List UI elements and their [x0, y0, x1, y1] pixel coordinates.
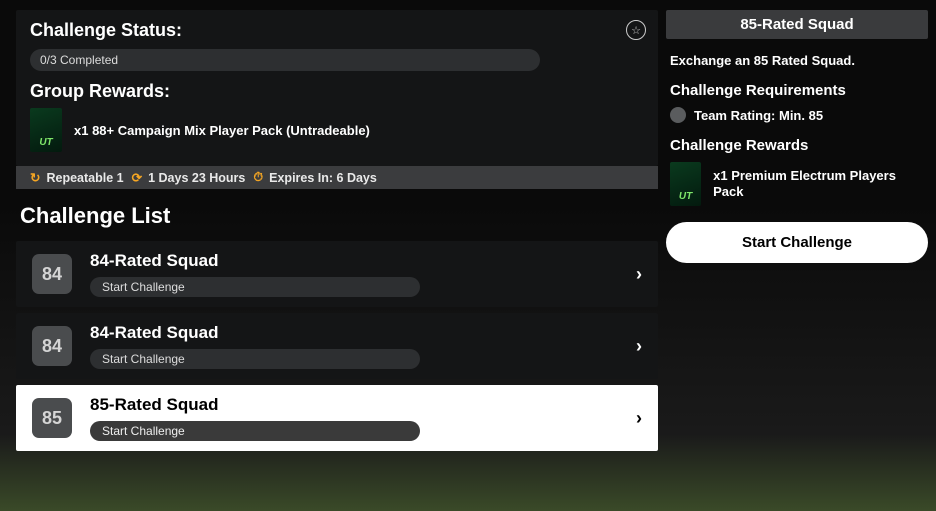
expires-label: Expires In: 6 Days	[269, 171, 377, 185]
challenge-list-header: Challenge List	[20, 203, 658, 229]
clock-icon: ⏱	[253, 170, 263, 185]
challenge-status-title: Challenge Status:	[30, 20, 644, 41]
requirement-text: Team Rating: Min. 85	[694, 108, 823, 123]
start-pill[interactable]: Start Challenge	[90, 349, 420, 369]
pack-icon: UT	[30, 108, 62, 152]
requirements-title: Challenge Requirements	[670, 82, 924, 99]
favorite-toggle[interactable]: ☆	[626, 20, 646, 40]
chevron-right-icon: ›	[636, 264, 642, 285]
refresh-label: 1 Days 23 Hours	[148, 171, 245, 185]
rating-badge: 85	[32, 398, 72, 438]
requirement-row: Team Rating: Min. 85	[670, 107, 924, 123]
chevron-right-icon: ›	[636, 336, 642, 357]
requirement-status-dot	[670, 107, 686, 123]
challenge-name: 85-Rated Squad	[90, 395, 618, 415]
start-pill[interactable]: Start Challenge	[90, 277, 420, 297]
chevron-right-icon: ›	[636, 408, 642, 429]
left-column: ☆ Challenge Status: 0/3 Completed Group …	[16, 10, 658, 511]
repeatable-label: Repeatable 1	[46, 171, 123, 185]
detail-title: 85-Rated Squad	[666, 10, 928, 39]
detail-reward-row: UT x1 Premium Electrum Players Pack	[670, 162, 924, 206]
status-progress-text: 0/3 Completed	[40, 53, 118, 67]
pack-icon: UT	[670, 162, 701, 206]
challenge-name: 84-Rated Squad	[90, 323, 618, 343]
group-rewards-title: Group Rewards:	[30, 81, 644, 102]
start-challenge-button[interactable]: Start Challenge	[666, 222, 928, 263]
repeat-icon: ↻	[30, 170, 40, 185]
detail-reward-text: x1 Premium Electrum Players Pack	[713, 168, 924, 201]
challenge-item-selected[interactable]: 85 85-Rated Squad Start Challenge ›	[16, 385, 658, 451]
detail-panel: 85-Rated Squad Exchange an 85 Rated Squa…	[666, 10, 928, 511]
challenge-item[interactable]: 84 84-Rated Squad Start Challenge ›	[16, 313, 658, 379]
status-progress-bar: 0/3 Completed	[30, 49, 540, 71]
challenge-list: 84 84-Rated Squad Start Challenge › 84 8…	[16, 241, 658, 451]
rating-badge: 84	[32, 254, 72, 294]
star-icon: ☆	[631, 24, 641, 37]
detail-description: Exchange an 85 Rated Squad.	[670, 53, 924, 68]
start-pill[interactable]: Start Challenge	[90, 421, 420, 441]
group-reward-text: x1 88+ Campaign Mix Player Pack (Untrade…	[74, 123, 370, 138]
pack-tag: UT	[679, 191, 692, 202]
pack-tag: UT	[39, 137, 52, 148]
group-reward-row: UT x1 88+ Campaign Mix Player Pack (Untr…	[30, 108, 644, 152]
challenge-item[interactable]: 84 84-Rated Squad Start Challenge ›	[16, 241, 658, 307]
challenge-status-panel: ☆ Challenge Status: 0/3 Completed Group …	[16, 10, 658, 166]
detail-rewards-title: Challenge Rewards	[670, 137, 924, 154]
challenge-name: 84-Rated Squad	[90, 251, 618, 271]
timer-icon: ⟳	[132, 170, 142, 185]
meta-row: ↻ Repeatable 1 ⟳ 1 Days 23 Hours ⏱ Expir…	[16, 166, 658, 189]
rating-badge: 84	[32, 326, 72, 366]
